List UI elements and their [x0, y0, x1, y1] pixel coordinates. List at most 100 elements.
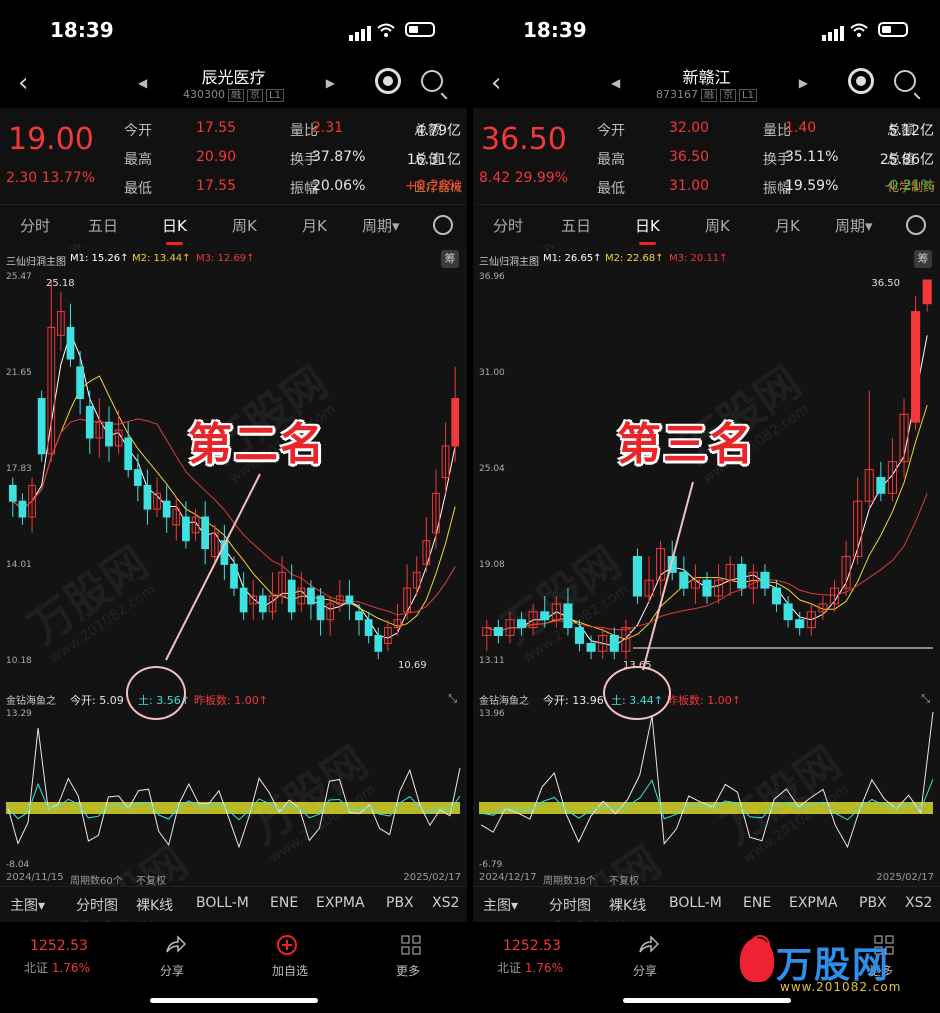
- tab-0[interactable]: 分时: [493, 215, 523, 236]
- tab-1[interactable]: 五日: [561, 215, 591, 236]
- bottom-btn-0[interactable]: 分享: [633, 962, 657, 979]
- indicator-6[interactable]: PBX: [859, 895, 887, 911]
- quote-block: 19.00 2.30 13.77% 今开 17.55 量比 2.31 总额 4.79亿 最高 20…: [0, 108, 467, 204]
- bottom-btn-2[interactable]: 更多: [396, 962, 420, 979]
- tab-5[interactable]: 周期▾: [362, 215, 400, 236]
- tab-5[interactable]: 周期▾: [835, 215, 873, 236]
- quote-value: 17.55: [196, 120, 237, 136]
- index-pct: 1.76%: [524, 961, 563, 975]
- quote-row: 最高 20.90 换手 37.87% 总值 16.31亿: [124, 149, 461, 171]
- chip-distribution-button[interactable]: 筹: [914, 250, 932, 268]
- quote-value: 16.31亿: [406, 152, 461, 168]
- status-bar: 18:39: [0, 0, 467, 62]
- annotation-arrow: [165, 473, 261, 661]
- indicator-2[interactable]: 裸K线: [609, 895, 646, 915]
- tab-2[interactable]: 日K: [635, 215, 660, 245]
- quote-block: 36.50 8.42 29.99% 今开 32.00 量比 1.40 总额 5.12亿 最高 36…: [473, 108, 940, 204]
- signal-icon: [349, 26, 371, 41]
- tab-3[interactable]: 周K: [232, 215, 257, 236]
- robot-eye-icon[interactable]: [375, 68, 401, 94]
- indicator-0[interactable]: 主图▾: [483, 895, 518, 915]
- rank-annotation: 第三名: [617, 419, 755, 470]
- quote-value: 37.87%: [312, 149, 366, 165]
- candle-body: [37, 398, 46, 455]
- indicator-2[interactable]: 裸K线: [136, 895, 173, 915]
- search-icon[interactable]: [421, 70, 443, 92]
- indicator-0[interactable]: 主图▾: [10, 895, 45, 915]
- quote-value: 20.06%: [312, 178, 366, 194]
- indicator-6[interactable]: PBX: [386, 895, 414, 911]
- quote-label: 最高: [597, 152, 625, 168]
- change-abs: 2.30: [6, 170, 38, 186]
- brand-logo: 万股网 www.201082.com: [740, 932, 920, 1008]
- battery-icon: [878, 22, 908, 37]
- settings-icon[interactable]: [906, 215, 926, 235]
- indicator-4[interactable]: ENE: [270, 895, 298, 911]
- settings-icon[interactable]: [433, 215, 453, 235]
- indicator-3[interactable]: BOLL-M: [196, 895, 249, 911]
- chip-distribution-button[interactable]: 筹: [441, 250, 459, 268]
- stock-code: 873167: [656, 88, 699, 101]
- index-pct: 1.76%: [51, 961, 90, 975]
- rank-annotation: 第二名: [188, 419, 326, 470]
- ma-title: 三仙归洞主图: [479, 257, 539, 268]
- badge-1: 京: [720, 89, 737, 102]
- stock-code: 430300: [183, 88, 226, 101]
- index-name: 北证 1.76%: [497, 959, 563, 976]
- indicator-7[interactable]: XS2: [905, 895, 932, 911]
- quote-value: +0.26%: [404, 178, 461, 194]
- tab-3[interactable]: 周K: [705, 215, 730, 236]
- quote-value: 32.00: [669, 120, 710, 136]
- indicator-1[interactable]: 分时图: [76, 895, 118, 915]
- indicator-3[interactable]: BOLL-M: [669, 895, 722, 911]
- y-tick: 36.96: [479, 272, 505, 282]
- add-watch-icon[interactable]: [276, 934, 298, 956]
- indicator-7[interactable]: XS2: [432, 895, 459, 911]
- y-tick: 21.65: [6, 368, 32, 378]
- rights-mode: 不复权: [609, 876, 639, 887]
- nav-bar: ‹ ◀ ▶ 辰光医疗 430300 融京 L1: [0, 62, 467, 108]
- high-label: 25.18: [46, 278, 75, 289]
- tab-0[interactable]: 分时: [20, 215, 50, 236]
- indicator-4[interactable]: ENE: [743, 895, 771, 911]
- home-indicator[interactable]: [150, 998, 318, 1003]
- share-icon[interactable]: [637, 934, 660, 956]
- quote-value: 35.11%: [785, 149, 839, 165]
- last-price: 19.00: [8, 122, 94, 157]
- quote-value: 1.40: [785, 120, 817, 136]
- change-pct: 29.99%: [514, 170, 569, 186]
- change-abs: 8.42: [479, 170, 511, 186]
- nav-bar: ‹ ◀ ▶ 新赣江 873167 融京 L1: [473, 62, 940, 108]
- index-label: 北证: [497, 961, 522, 975]
- tab-2[interactable]: 日K: [162, 215, 187, 245]
- indicator-1[interactable]: 分时图: [549, 895, 591, 915]
- candle-body: [922, 279, 932, 305]
- quote-value: 17.55: [196, 178, 237, 194]
- badge-2: L1: [266, 89, 284, 102]
- search-icon[interactable]: [894, 70, 916, 92]
- candle-body: [451, 398, 460, 447]
- tab-4[interactable]: 月K: [775, 215, 800, 236]
- stock-panel-right: 万股网 www.201082.com 万股网 www.201082.com 万股网 www…: [473, 0, 940, 1013]
- share-icon[interactable]: [164, 934, 187, 956]
- quote-label: 最低: [124, 181, 152, 197]
- bottom-btn-1[interactable]: 加自选: [272, 962, 308, 979]
- wifi-icon: [377, 22, 395, 37]
- tab-1[interactable]: 五日: [88, 215, 118, 236]
- more-grid-icon[interactable]: [400, 934, 422, 956]
- y-tick: 31.00: [479, 368, 505, 378]
- ma-legend: 三仙归洞主图 M1: 26.65↑ M2: 22.68↑ M3: 20.11↑ 筹: [473, 248, 940, 270]
- signal-band: [6, 802, 460, 814]
- bottom-btn-0[interactable]: 分享: [160, 962, 184, 979]
- indicator-5[interactable]: EXPMA: [316, 895, 365, 911]
- index-label: 北证: [24, 961, 49, 975]
- badge-1: 京: [247, 89, 264, 102]
- badge-0: 融: [228, 89, 245, 102]
- price-change: 2.30 13.77%: [6, 170, 95, 186]
- tab-4[interactable]: 月K: [302, 215, 327, 236]
- robot-eye-icon[interactable]: [848, 68, 874, 94]
- quote-value: 5.12亿: [888, 123, 934, 139]
- candle-body: [105, 421, 113, 447]
- indicator-5[interactable]: EXPMA: [789, 895, 838, 911]
- annotation-arrow: [642, 481, 694, 671]
